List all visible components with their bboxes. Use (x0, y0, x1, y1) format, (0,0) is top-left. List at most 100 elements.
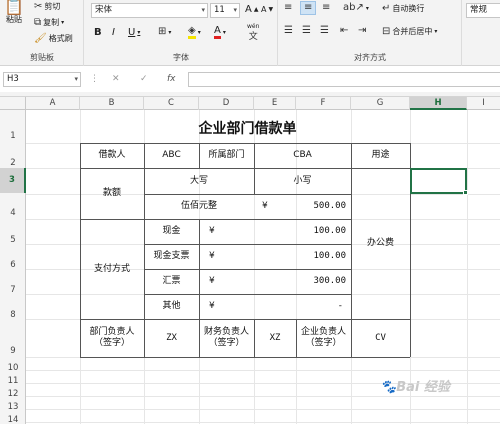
row-header-12[interactable]: 12 (0, 389, 26, 399)
format-painter-button[interactable]: 🖌 格式刷 (34, 33, 73, 44)
paste-label: 粘贴 (5, 15, 22, 24)
formula-input[interactable] (188, 72, 500, 87)
payment-other-value: - (337, 301, 343, 311)
lowercase-amount-cell[interactable]: ¥ 500.00 (254, 194, 351, 219)
borrower-label[interactable]: 借款人 (80, 143, 144, 168)
column-header-f[interactable]: F (296, 97, 351, 110)
payment-draft-label[interactable]: 汇票 (144, 269, 199, 294)
align-top-button[interactable]: ≡ (284, 3, 292, 13)
payment-check-cell[interactable]: ¥ 100.00 (199, 244, 351, 269)
column-header-a[interactable]: A (26, 97, 80, 110)
borrower-value[interactable]: ABC (144, 143, 199, 168)
increase-indent-button[interactable]: ⇥ (358, 26, 366, 36)
row-header-11[interactable]: 11 (0, 376, 26, 386)
column-header-h[interactable]: H (410, 97, 467, 110)
row-header-8[interactable]: 8 (0, 310, 26, 320)
more-icon: ⋮ (90, 74, 99, 84)
cancel-icon[interactable]: ✕ (112, 74, 120, 84)
copy-icon: ⧉ (34, 16, 42, 28)
payment-method-label[interactable]: 支付方式 (80, 219, 144, 319)
department-label[interactable]: 所属部门 (199, 143, 254, 168)
uppercase-label[interactable]: 大写 (144, 168, 254, 194)
bold-button[interactable]: B (94, 27, 102, 38)
column-header-b[interactable]: B (80, 97, 144, 110)
shrink-font-button[interactable]: A ▼ (261, 5, 273, 14)
name-box[interactable]: H3 ▾ (3, 72, 81, 87)
copy-button[interactable]: ⧉ 复制 ▾ (34, 17, 64, 28)
column-header-g[interactable]: G (351, 97, 410, 110)
row-header-10[interactable]: 10 (0, 363, 26, 373)
wrap-text-button[interactable]: ↵ 自动换行 (382, 3, 424, 14)
finance-head-label[interactable]: 财务负责人 （签字） (199, 319, 254, 357)
grow-font-button[interactable]: A ▲ (245, 4, 258, 15)
border-button[interactable]: ⊞ ▾ (158, 27, 171, 37)
dept-head-value[interactable]: ZX (144, 319, 199, 357)
purpose-value[interactable]: 办公费 (351, 168, 410, 319)
payment-check-label[interactable]: 现金支票 (144, 244, 199, 269)
amount-label[interactable]: 款额 (80, 168, 144, 219)
payment-draft-cell[interactable]: ¥ 300.00 (199, 269, 351, 294)
row-header-2[interactable]: 2 (0, 158, 26, 168)
purpose-label[interactable]: 用途 (351, 143, 410, 168)
active-cell-h3[interactable] (410, 168, 467, 194)
row-header-3[interactable]: 3 (0, 168, 26, 193)
font-name-select[interactable]: 宋体 ▾ (91, 3, 208, 18)
select-all-button[interactable] (0, 97, 26, 110)
function-icon[interactable]: fx (167, 74, 176, 84)
column-header-d[interactable]: D (199, 97, 254, 110)
payment-other-cell[interactable]: ¥ - (199, 294, 351, 319)
currency-symbol: ¥ (209, 276, 215, 286)
align-center-button[interactable]: ☰ (302, 26, 311, 36)
clipboard-group: 📋 粘贴 ✂ 剪切 ⧉ 复制 ▾ 🖌 格式刷 剪贴板 (0, 0, 84, 66)
row-header-13[interactable]: 13 (0, 402, 26, 412)
gridline (26, 422, 500, 423)
orientation-button[interactable]: ab↗ ▾ (343, 3, 369, 13)
align-middle-button[interactable]: ≡ (300, 1, 317, 15)
payment-cash-cell[interactable]: ¥ 100.00 (199, 219, 351, 244)
uppercase-amount[interactable]: 伍佰元整 (144, 194, 254, 219)
font-size-select[interactable]: 11 ▾ (210, 3, 240, 18)
fill-handle[interactable] (463, 190, 468, 195)
row-header-5[interactable]: 5 (0, 235, 26, 245)
ribbon: 📋 粘贴 ✂ 剪切 ⧉ 复制 ▾ 🖌 格式刷 剪贴板 宋体 ▾ 11 ▾ A ▲ A ▼ B I… (0, 0, 500, 66)
bold-label: B (94, 27, 102, 38)
number-format-select[interactable]: 常规 (466, 3, 500, 18)
merge-center-button[interactable]: ⊟ 合并后居中 ▾ (382, 26, 437, 37)
align-right-button[interactable]: ☰ (320, 26, 329, 36)
brush-icon: 🖌 (34, 32, 47, 44)
cut-button[interactable]: ✂ 剪切 (34, 1, 60, 12)
enter-icon[interactable]: ✓ (140, 74, 148, 84)
row-header-4[interactable]: 4 (0, 208, 26, 218)
paste-button[interactable]: 📋 粘贴 (4, 0, 24, 25)
italic-button[interactable]: I (112, 27, 115, 38)
phonetic-button[interactable]: wén 文 (247, 24, 259, 43)
payment-cash-label[interactable]: 现金 (144, 219, 199, 244)
font-color-button[interactable]: A ▾ (214, 26, 226, 39)
align-bottom-button[interactable]: ≡ (322, 3, 330, 13)
row-header-1[interactable]: 1 (0, 131, 26, 141)
dept-head-label[interactable]: 部门负责人 （签字） (80, 319, 144, 357)
format-painter-label: 格式刷 (48, 34, 73, 43)
finance-head-value[interactable]: XZ (254, 319, 296, 357)
row-header-7[interactable]: 7 (0, 285, 26, 295)
decrease-indent-button[interactable]: ⇤ (340, 26, 348, 36)
column-header-c[interactable]: C (144, 97, 199, 110)
column-header-i[interactable]: I (467, 97, 500, 110)
corp-head-label[interactable]: 企业负责人 （签字） (296, 319, 351, 357)
chevron-down-icon: ▾ (201, 6, 205, 14)
font-group: 宋体 ▾ 11 ▾ A ▲ A ▼ B I U ▾ ⊞ ▾ ◈ ▾ A ▾ wén 文 字体 (84, 0, 278, 66)
merge-center-label: 合并后居中 (392, 27, 433, 36)
row-header-6[interactable]: 6 (0, 260, 26, 270)
payment-other-label[interactable]: 其他 (144, 294, 199, 319)
align-left-button[interactable]: ☰ (284, 26, 293, 36)
column-header-e[interactable]: E (254, 97, 296, 110)
row-header-9[interactable]: 9 (0, 346, 26, 356)
department-value[interactable]: CBA (254, 143, 351, 168)
lowercase-label[interactable]: 小写 (254, 168, 351, 194)
currency-symbol: ¥ (209, 251, 215, 261)
corp-head-value[interactable]: CV (351, 319, 410, 357)
fill-color-button[interactable]: ◈ ▾ (188, 26, 201, 39)
underline-button[interactable]: U ▾ (128, 27, 140, 38)
font-name-value: 宋体 (95, 5, 113, 15)
chevron-down-icon: ▾ (74, 75, 78, 83)
